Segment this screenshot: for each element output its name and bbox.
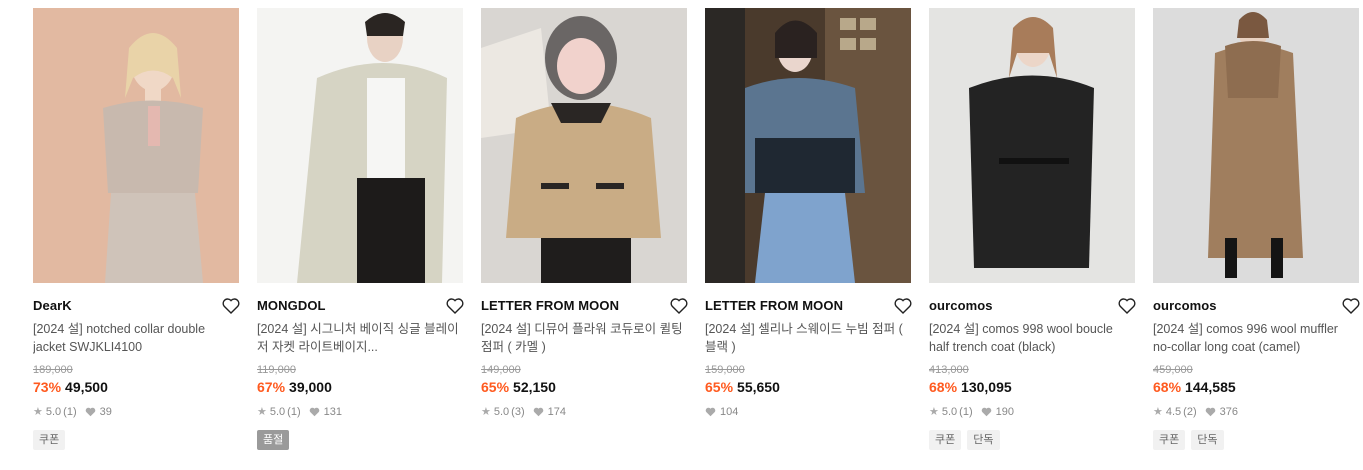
price-row: 73% 49,500 <box>33 378 239 396</box>
heart-filled-icon <box>533 407 543 417</box>
product-title[interactable]: [2024 설] 시그니처 베이직 싱글 블레이저 자켓 라이트베이지... <box>257 320 463 356</box>
review-count: (2) <box>1183 406 1197 418</box>
brand-name[interactable]: DearK <box>33 298 72 313</box>
original-price: 119,000 <box>257 364 296 376</box>
star-icon: ★ <box>33 406 43 418</box>
rating-value: 5.0 <box>45 406 62 418</box>
price-row: 65% 52,150 <box>481 378 687 396</box>
like-count: 104 <box>720 406 739 418</box>
sale-price: 130,095 <box>961 379 1012 395</box>
review-count: (1) <box>63 406 77 418</box>
product-card[interactable]: ourcomos [2024 설] comos 996 wool muffler… <box>1153 8 1360 450</box>
review-count: (1) <box>959 406 973 418</box>
product-title[interactable]: [2024 설] notched collar double jacket SW… <box>33 320 239 356</box>
product-grid: DearK [2024 설] notched collar double jac… <box>0 0 1363 470</box>
sale-price: 49,500 <box>65 379 108 395</box>
tag-list: 쿠폰 단독 <box>1153 430 1359 450</box>
original-price: 189,000 <box>33 364 73 376</box>
brand-name[interactable]: ourcomos <box>929 298 993 313</box>
product-card[interactable]: LETTER FROM MOON [2024 설] 셀리나 스웨이드 누빔 점퍼… <box>705 8 912 419</box>
sale-price: 55,650 <box>737 379 780 395</box>
star-icon: ★ <box>1153 406 1163 418</box>
discount-rate: 68% <box>929 379 958 395</box>
product-image[interactable] <box>1153 8 1359 283</box>
product-image[interactable] <box>929 8 1135 283</box>
rating-value: 5.0 <box>941 406 958 418</box>
price-row: 68% 130,095 <box>929 378 1135 396</box>
rating-value: 5.0 <box>493 406 510 418</box>
like-count: 190 <box>995 406 1014 418</box>
rating-value: 4.5 <box>1165 406 1182 418</box>
like-count: 131 <box>323 406 342 418</box>
sold-out-tag: 품절 <box>257 430 290 450</box>
heart-filled-icon <box>1205 407 1215 417</box>
review-count: (1) <box>287 406 301 418</box>
like-count: 39 <box>99 406 112 418</box>
coupon-tag: 쿠폰 <box>33 430 66 450</box>
brand-name[interactable]: LETTER FROM MOON <box>705 298 843 313</box>
discount-rate: 67% <box>257 379 286 395</box>
product-image[interactable] <box>481 8 687 283</box>
discount-rate: 65% <box>481 379 510 395</box>
price-row: 68% 144,585 <box>1153 378 1359 396</box>
product-image[interactable] <box>33 8 239 283</box>
original-price: 159,000 <box>705 364 745 376</box>
product-title[interactable]: [2024 설] 셀리나 스웨이드 누빔 점퍼 ( 블랙 ) <box>705 320 911 356</box>
heart-filled-icon <box>85 407 95 417</box>
heart-filled-icon <box>705 407 716 417</box>
exclusive-tag: 단독 <box>1191 430 1224 450</box>
product-stats: ★ 5.0 (1) 190 <box>929 405 1135 419</box>
discount-rate: 68% <box>1153 379 1182 395</box>
product-card[interactable]: ourcomos [2024 설] comos 998 wool boucle … <box>929 8 1136 450</box>
coupon-tag: 쿠폰 <box>1153 430 1186 450</box>
star-icon: ★ <box>481 406 491 418</box>
heart-outline-icon[interactable] <box>222 297 240 314</box>
heart-outline-icon[interactable] <box>670 297 688 314</box>
brand-name[interactable]: ourcomos <box>1153 298 1217 313</box>
original-price: 149,000 <box>481 364 521 376</box>
review-count: (3) <box>511 406 525 418</box>
heart-outline-icon[interactable] <box>1342 297 1360 314</box>
sale-price: 39,000 <box>289 379 332 395</box>
discount-rate: 65% <box>705 379 734 395</box>
product-card[interactable]: MONGDOL [2024 설] 시그니처 베이직 싱글 블레이저 자켓 라이트… <box>257 8 464 450</box>
rating-value: 5.0 <box>269 406 286 418</box>
like-count: 174 <box>547 406 566 418</box>
tag-list: 쿠폰 <box>33 430 239 450</box>
heart-outline-icon[interactable] <box>1118 297 1136 314</box>
product-stats: 104 <box>705 405 911 419</box>
tag-list: 쿠폰 단독 <box>929 430 1135 450</box>
star-icon: ★ <box>257 406 267 418</box>
product-image[interactable] <box>705 8 911 283</box>
heart-filled-icon <box>309 407 319 417</box>
product-stats: ★ 5.0 (1) 131 <box>257 405 463 419</box>
sale-price: 144,585 <box>1185 379 1236 395</box>
tag-list: 품절 <box>257 430 463 450</box>
heart-outline-icon[interactable] <box>894 297 912 314</box>
original-price: 459,000 <box>1153 364 1193 376</box>
product-card[interactable]: DearK [2024 설] notched collar double jac… <box>33 8 240 450</box>
price-row: 67% 39,000 <box>257 378 463 396</box>
product-title[interactable]: [2024 설] comos 996 wool muffler no-colla… <box>1153 320 1359 356</box>
exclusive-tag: 단독 <box>967 430 1000 450</box>
heart-filled-icon <box>981 407 991 417</box>
brand-name[interactable]: LETTER FROM MOON <box>481 298 619 313</box>
product-card[interactable]: LETTER FROM MOON [2024 설] 디뮤어 플라워 코듀로이 퀼… <box>481 8 688 419</box>
product-stats: ★ 4.5 (2) 376 <box>1153 405 1359 419</box>
star-icon: ★ <box>929 406 939 418</box>
brand-name[interactable]: MONGDOL <box>257 298 326 313</box>
product-title[interactable]: [2024 설] comos 998 wool boucle half tren… <box>929 320 1135 356</box>
heart-outline-icon[interactable] <box>446 297 464 314</box>
product-stats: ★ 5.0 (1) 39 <box>33 405 239 419</box>
product-image[interactable] <box>257 8 463 283</box>
original-price: 413,000 <box>929 364 969 376</box>
like-count: 376 <box>1219 406 1238 418</box>
sale-price: 52,150 <box>513 379 556 395</box>
price-row: 65% 55,650 <box>705 378 911 396</box>
product-title[interactable]: [2024 설] 디뮤어 플라워 코듀로이 퀼팅 점퍼 ( 카멜 ) <box>481 320 687 356</box>
product-stats: ★ 5.0 (3) 174 <box>481 405 687 419</box>
discount-rate: 73% <box>33 379 62 395</box>
coupon-tag: 쿠폰 <box>929 430 962 450</box>
